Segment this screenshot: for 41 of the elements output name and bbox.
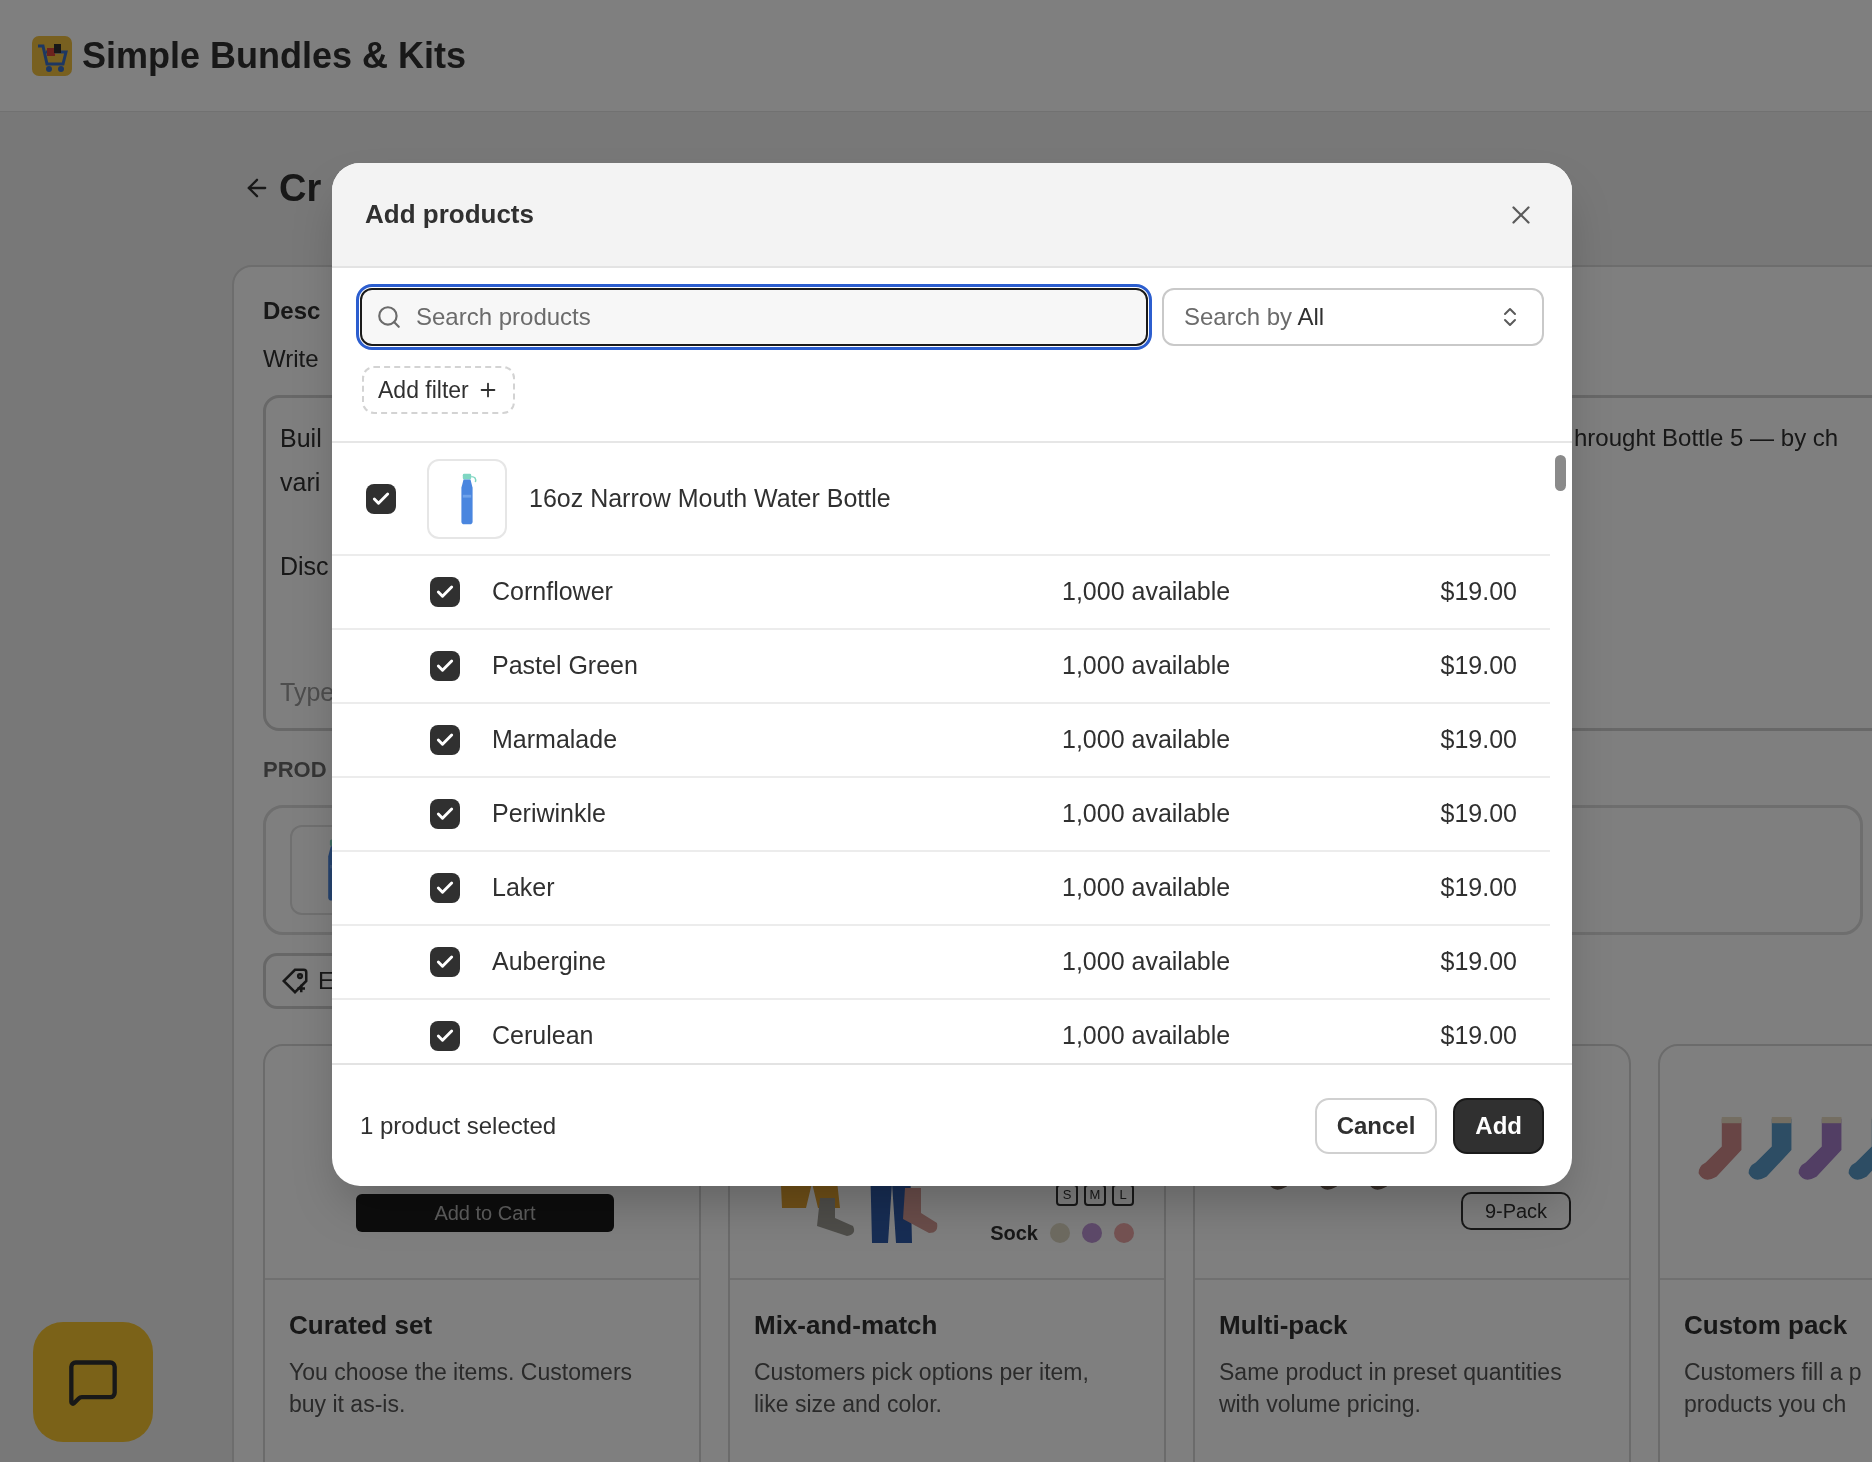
card-title: Curated set [289, 1309, 433, 1342]
pack-badge: 9-Pack [1461, 1192, 1571, 1230]
variant-name: Cornflower [492, 576, 614, 608]
dialog-title: Add products [365, 198, 534, 231]
card-description: Same product in preset quantities with volume pricing. [1219, 1358, 1562, 1419]
availability-text: 1,000 available [1062, 872, 1232, 904]
page-title: Cr [279, 166, 322, 211]
description-line: Buil [280, 423, 322, 454]
availability-text: 1,000 available [1062, 724, 1232, 756]
selection-count: 1 product selected [360, 1110, 557, 1141]
variant-name: Pastel Green [492, 650, 639, 682]
price-text: $19.00 [1440, 576, 1517, 608]
card-description: You choose the items. Customers buy it as-is. [289, 1358, 633, 1419]
description-line: Disc [280, 551, 329, 582]
availability-text: 1,000 available [1062, 650, 1232, 682]
price-text: $19.00 [1440, 946, 1517, 978]
card-description: Customers fill a p products you ch [1684, 1358, 1862, 1419]
availability-text: 1,000 available [1062, 946, 1232, 978]
price-text: $19.00 [1440, 872, 1517, 904]
price-text: $19.00 [1440, 724, 1517, 756]
variant-name: Laker [492, 872, 556, 904]
price-text: $19.00 [1440, 798, 1517, 830]
variant-name: Periwinkle [492, 798, 607, 830]
product-name: 16oz Narrow Mouth Water Bottle [529, 482, 891, 514]
availability-text: 1,000 available [1062, 576, 1232, 608]
card-title: Mix-and-match [754, 1309, 938, 1342]
card-description: Customers pick options per item, like size and color. [754, 1358, 1089, 1419]
variant-name: Aubergine [492, 946, 607, 978]
price-text: $19.00 [1440, 650, 1517, 682]
description-line: vari [280, 467, 321, 498]
availability-text: 1,000 available [1062, 798, 1232, 830]
app-title: Simple Bundles & Kits [82, 33, 467, 78]
section-subtitle: Write [263, 344, 319, 374]
description-line: hrought Bottle 5 — by ch [1574, 423, 1839, 453]
option-label: Sock [990, 1221, 1038, 1246]
card-title: Custom pack [1684, 1309, 1848, 1342]
section-title: Desc [263, 296, 321, 326]
section-heading: PROD [263, 756, 327, 784]
add-to-cart-button: Add to Cart [356, 1194, 614, 1232]
variant-name: Marmalade [492, 724, 619, 756]
card-title: Multi-pack [1219, 1309, 1348, 1342]
